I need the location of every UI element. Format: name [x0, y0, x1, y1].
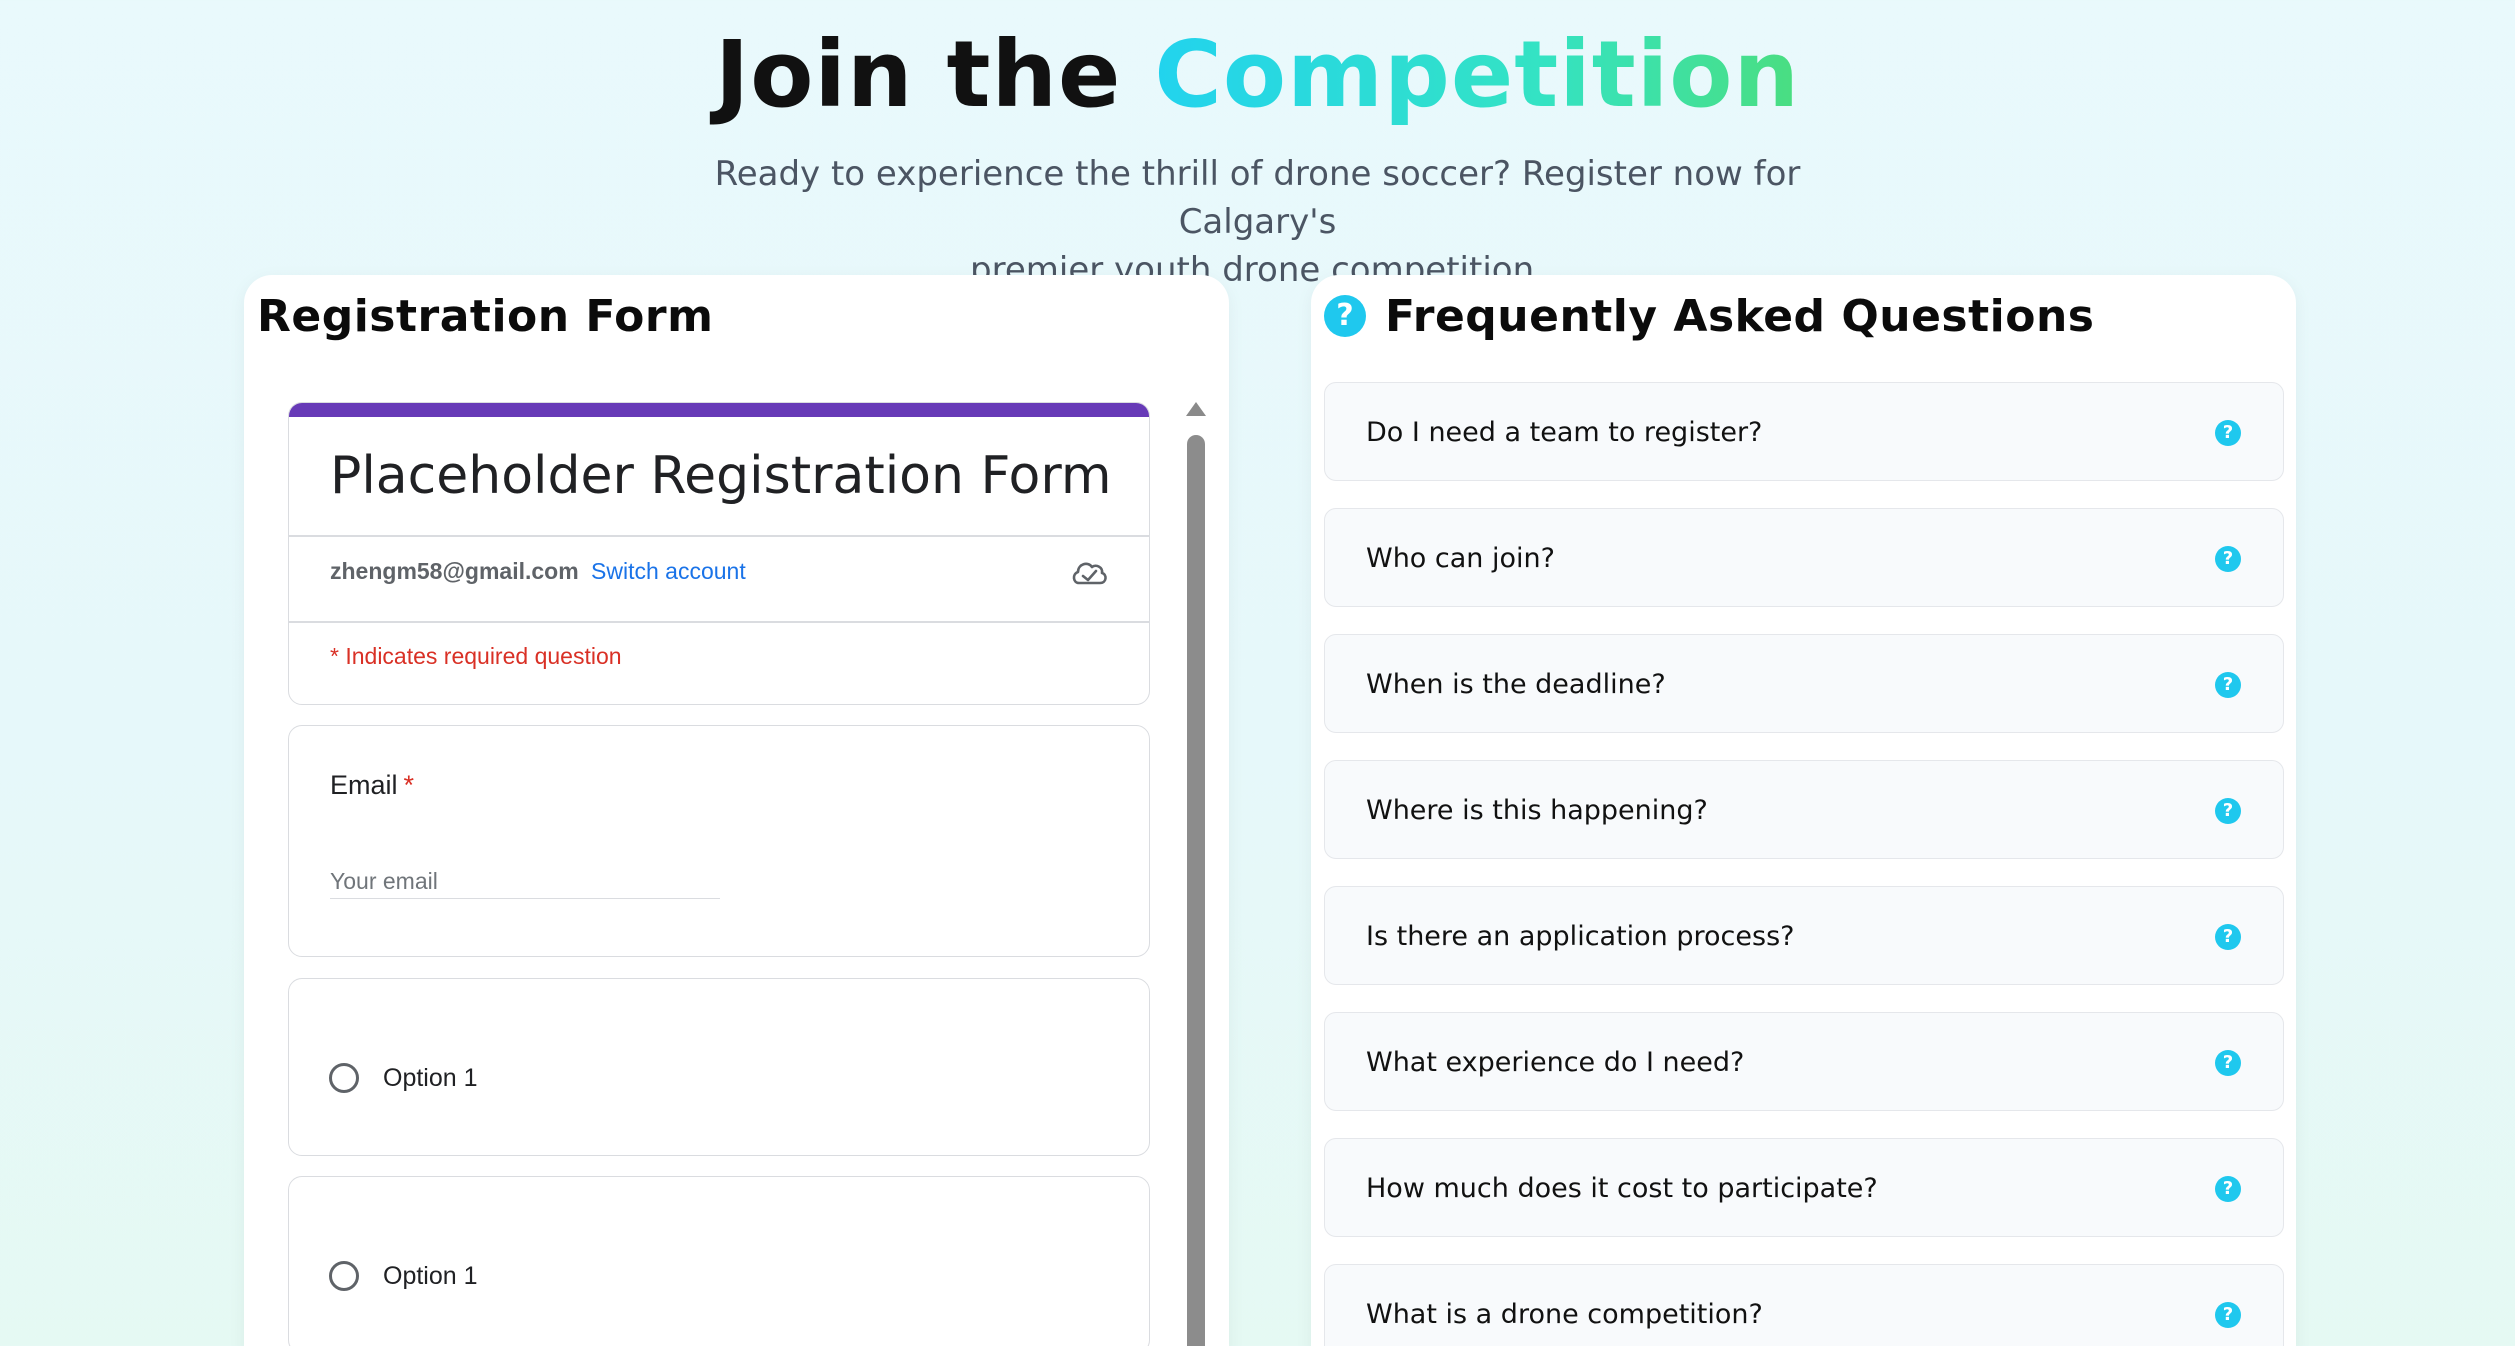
radio-button[interactable] [329, 1063, 359, 1093]
question-circle-icon: ? [2215, 1302, 2241, 1328]
page-title: Join the Competition [0, 20, 2515, 130]
faq-question: Is there an application process? [1366, 921, 1795, 952]
question-circle-icon: ? [2215, 924, 2241, 950]
faq-item[interactable]: What experience do I need? ? [1324, 1012, 2284, 1111]
title-accent: Competition [1154, 21, 1800, 128]
scrollbar-thumb[interactable] [1187, 435, 1205, 1346]
radio-option-label: Option 1 [383, 1063, 478, 1092]
question-circle-icon: ? [2215, 546, 2241, 572]
form-title: Placeholder Registration Form [330, 446, 1112, 506]
cloud-saved-icon[interactable] [1069, 555, 1109, 591]
form-header-card: Placeholder Registration Form zhengm58@g… [288, 402, 1150, 705]
form-accent-bar [289, 403, 1149, 417]
faq-question: When is the deadline? [1366, 669, 1666, 700]
email-input[interactable] [330, 864, 720, 899]
title-plain: Join the [715, 21, 1122, 128]
faq-item[interactable]: Where is this happening? ? [1324, 760, 2284, 859]
subtitle-line-1: Ready to experience the thrill of drone … [714, 154, 1801, 242]
faq-panel: ? Frequently Asked Questions Do I need a… [1311, 275, 2296, 1346]
registration-panel: Registration Form Placeholder Registrati… [244, 275, 1229, 1346]
faq-question: What experience do I need? [1366, 1047, 1745, 1078]
embedded-google-form: Placeholder Registration Form zhengm58@g… [288, 402, 1208, 1346]
required-star: * [403, 770, 415, 800]
faq-item[interactable]: Do I need a team to register? ? [1324, 382, 2284, 481]
question-circle-icon: ? [2215, 672, 2241, 698]
faq-question: What is a drone competition? [1366, 1299, 1763, 1330]
question-circle-icon: ? [2215, 420, 2241, 446]
faq-item[interactable]: How much does it cost to participate? ? [1324, 1138, 2284, 1237]
registration-heading: Registration Form [257, 291, 714, 342]
account-email: zhengm58@gmail.com [330, 558, 579, 584]
form-scrollbar[interactable] [1186, 402, 1206, 1346]
faq-item[interactable]: What is a drone competition? ? [1324, 1264, 2284, 1346]
required-note: * Indicates required question [330, 643, 622, 669]
question-circle-icon: ? [2215, 1050, 2241, 1076]
question-circle-icon: ? [2215, 1176, 2241, 1202]
switch-account-link[interactable]: Switch account [591, 558, 746, 584]
account-divider [289, 621, 1149, 623]
faq-item[interactable]: When is the deadline? ? [1324, 634, 2284, 733]
email-label: Email * [330, 770, 414, 801]
faq-item[interactable]: Is there an application process? ? [1324, 886, 2284, 985]
faq-question: Who can join? [1366, 543, 1555, 574]
scroll-up-arrow-icon[interactable] [1186, 402, 1206, 416]
page-subtitle: Ready to experience the thrill of drone … [658, 150, 1858, 294]
radio-option-2[interactable]: Option 1 [329, 1261, 478, 1291]
faq-question: Where is this happening? [1366, 795, 1708, 826]
question-circle-icon: ? [1324, 295, 1366, 337]
email-question-card: Email * [288, 725, 1150, 957]
radio-option-1[interactable]: Option 1 [329, 1063, 478, 1093]
email-label-text: Email [330, 770, 398, 800]
faq-item[interactable]: Who can join? ? [1324, 508, 2284, 607]
account-line: zhengm58@gmail.com Switch account [330, 556, 746, 586]
faq-question: How much does it cost to participate? [1366, 1173, 1878, 1204]
option-question-card-2: Option 1 [288, 1176, 1150, 1346]
option-question-card-1: Option 1 [288, 978, 1150, 1156]
radio-option-label: Option 1 [383, 1261, 478, 1290]
faq-question: Do I need a team to register? [1366, 417, 1763, 448]
header-divider [289, 535, 1149, 537]
question-circle-icon: ? [2215, 798, 2241, 824]
radio-button[interactable] [329, 1261, 359, 1291]
faq-heading: Frequently Asked Questions [1385, 291, 2095, 342]
